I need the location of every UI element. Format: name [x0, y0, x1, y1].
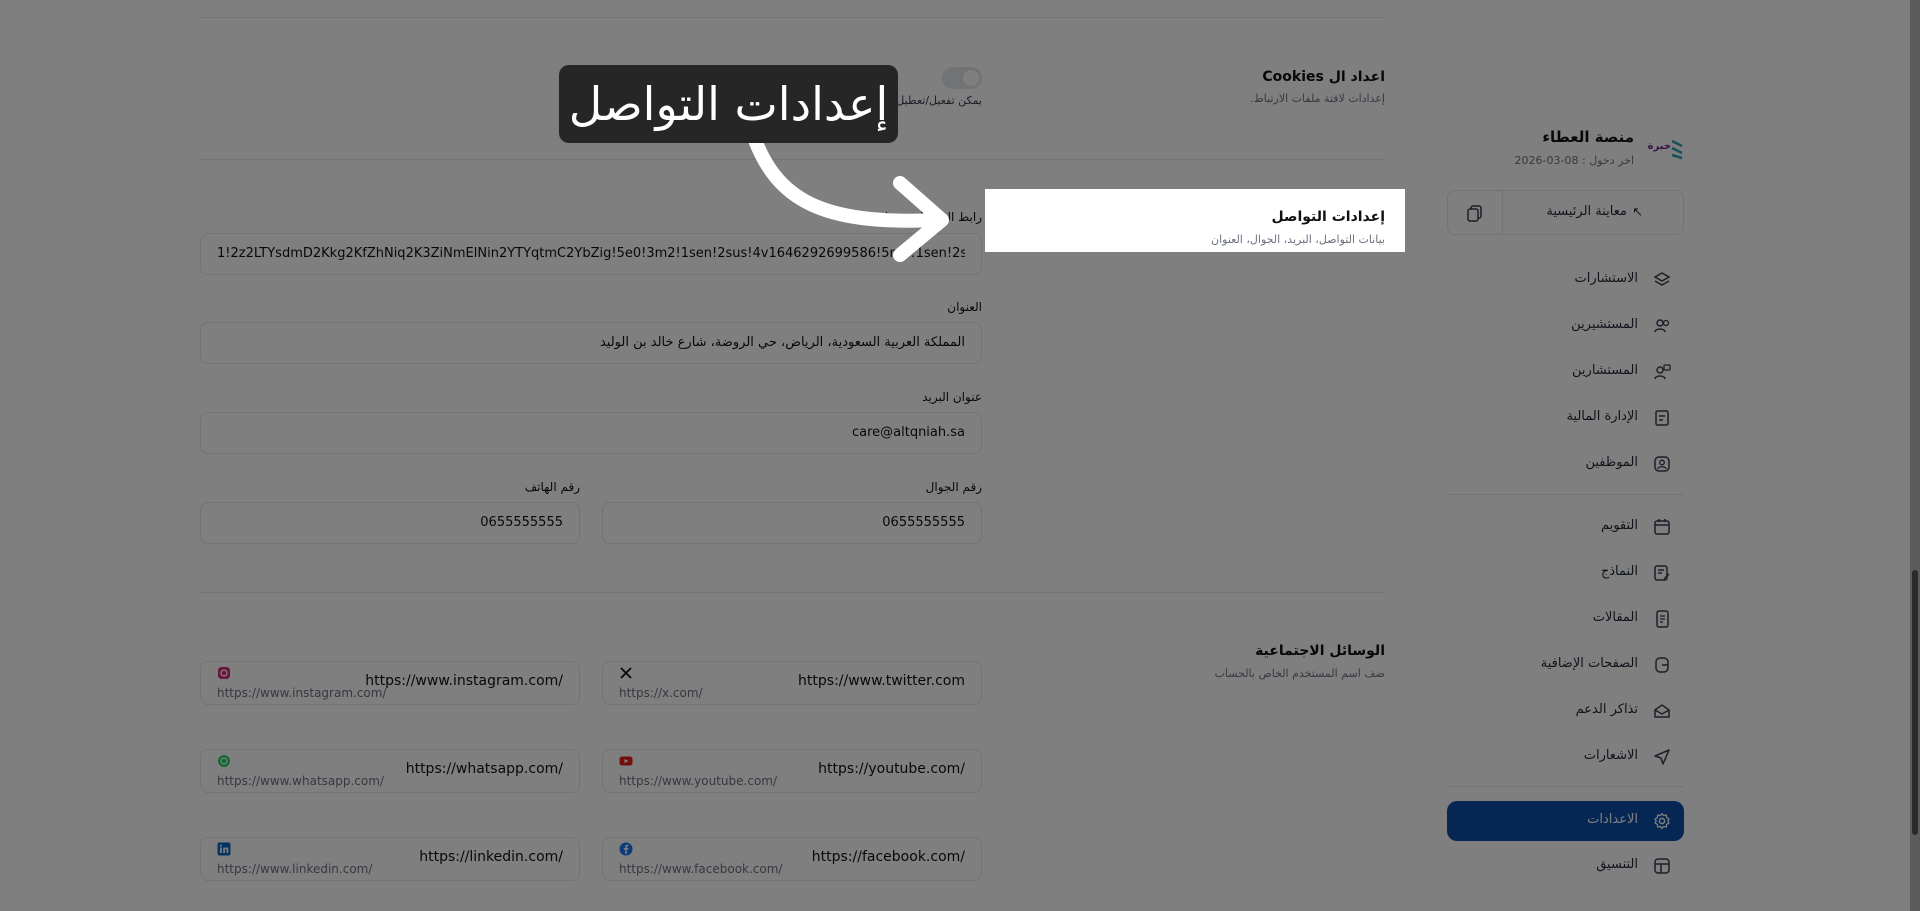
highlight-subtitle: بيانات التواصل، البريد، الجوال، العنوان	[1211, 233, 1385, 246]
contact-settings-highlight: إعدادات التواصل بيانات التواصل، البريد، …	[985, 189, 1405, 252]
callout-text: إعدادات التواصل	[568, 77, 889, 131]
tutorial-callout: إعدادات التواصل	[559, 65, 898, 143]
tutorial-overlay	[0, 0, 1920, 911]
app-root: اعداد ال Cookies إعدادات لافتة ملفات الا…	[0, 0, 1920, 911]
highlight-title: إعدادات التواصل	[1271, 209, 1385, 225]
